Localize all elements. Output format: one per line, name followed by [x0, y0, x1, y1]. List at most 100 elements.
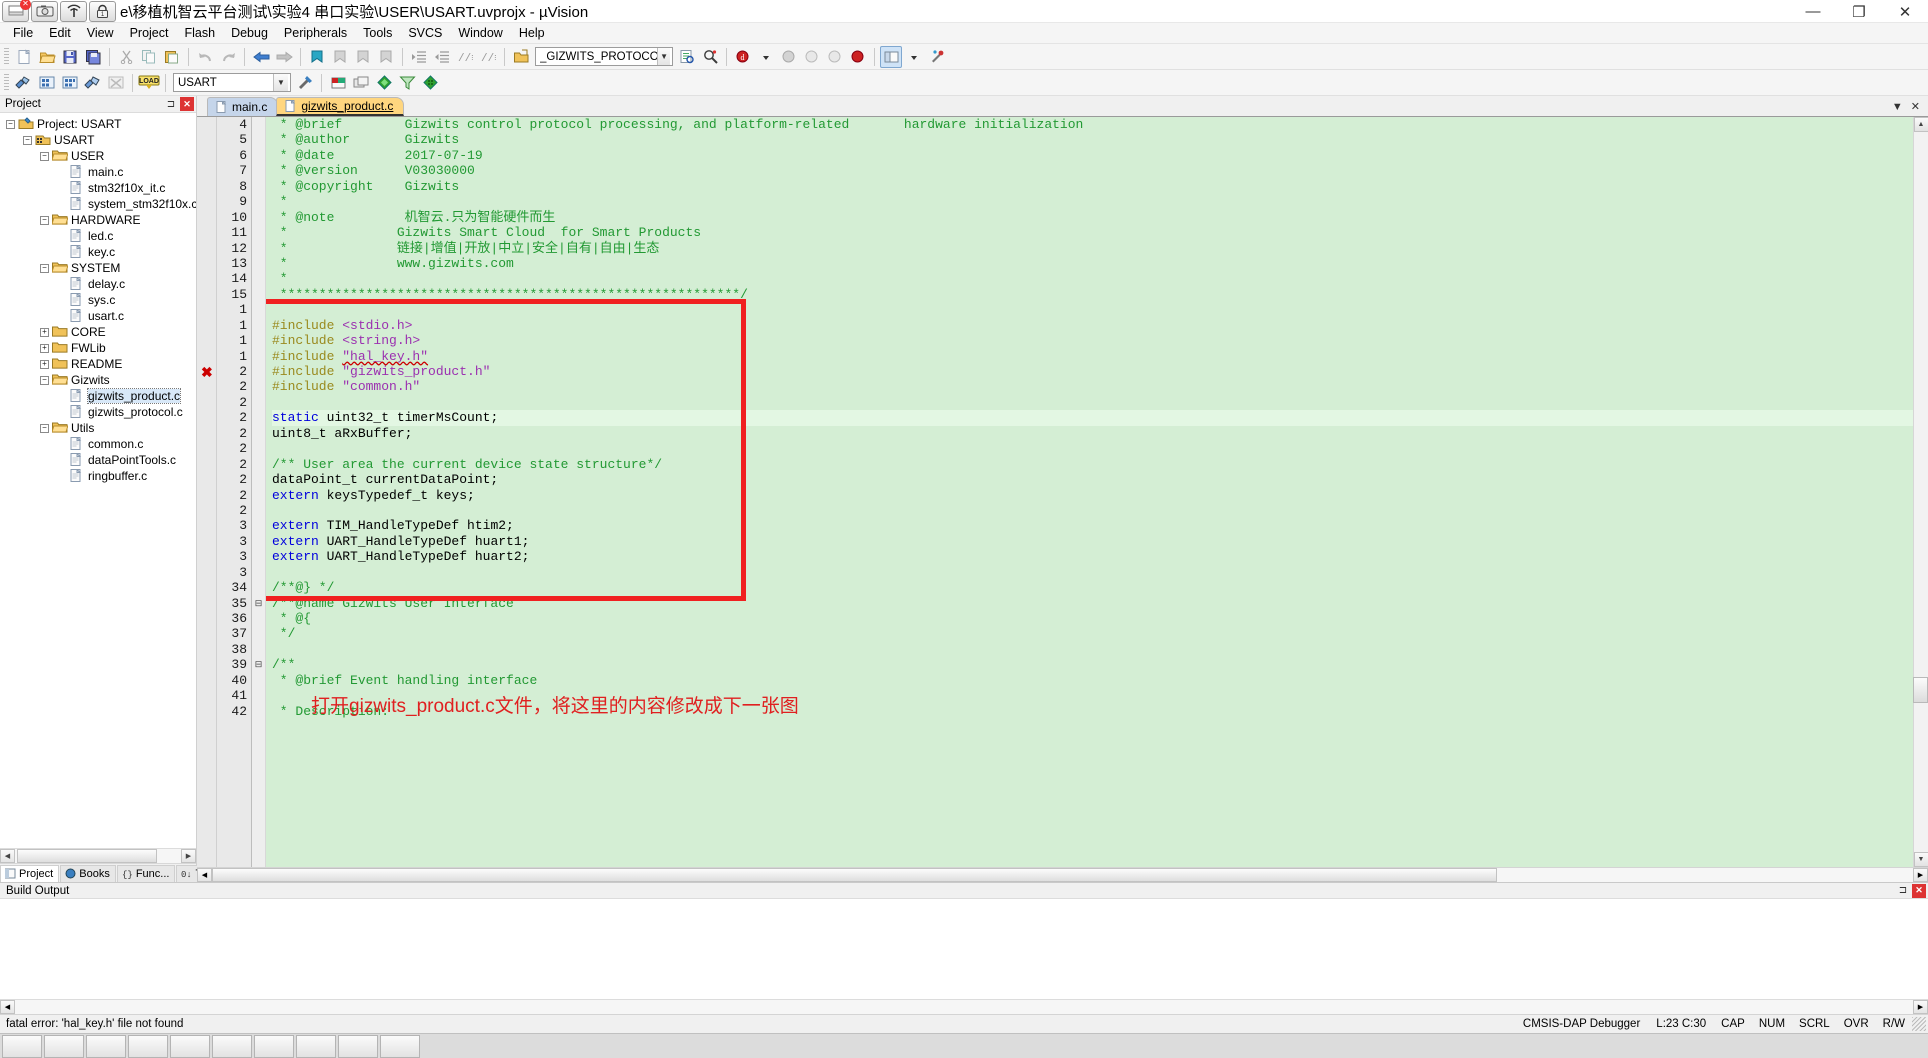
menu-flash[interactable]: Flash	[176, 24, 223, 42]
menu-svcs[interactable]: SVCS	[400, 24, 450, 42]
hscroll-track[interactable]	[15, 849, 181, 863]
outdent-icon[interactable]	[431, 46, 453, 68]
expand-toggle-icon[interactable]: +	[40, 359, 49, 369]
taskbar-item-1[interactable]	[2, 1034, 42, 1058]
tree-item[interactable]: common.c	[0, 436, 196, 452]
navigate-forward-icon[interactable]	[273, 46, 295, 68]
toolbar-grip[interactable]	[4, 73, 9, 92]
menu-edit[interactable]: Edit	[41, 24, 79, 42]
enable-breakpoints-icon[interactable]	[824, 46, 846, 68]
taskbar-item-9[interactable]	[338, 1034, 378, 1058]
tree-item[interactable]: − SYSTEM	[0, 260, 196, 276]
disable-breakpoint-icon[interactable]	[801, 46, 823, 68]
bookmark-toggle-icon[interactable]	[306, 46, 328, 68]
expand-toggle-icon[interactable]: +	[40, 327, 49, 337]
tab-functions[interactable]: {} Func...	[116, 865, 176, 882]
chevron-down-icon[interactable]	[755, 46, 777, 68]
code-text-area[interactable]: 打开gizwits_product.c文件，将这里的内容修改成下一张图 * @b…	[266, 117, 1913, 867]
tree-item[interactable]: + FWLib	[0, 340, 196, 356]
collapse-toggle-icon[interactable]: −	[23, 135, 32, 145]
build-icon[interactable]	[36, 72, 58, 94]
save-all-icon[interactable]	[82, 46, 104, 68]
settings-icon[interactable]	[926, 46, 948, 68]
kill-breakpoints-icon[interactable]	[778, 46, 800, 68]
translate-icon[interactable]	[13, 72, 35, 94]
editor-hscroll-thumb[interactable]	[212, 868, 1497, 882]
editor-hscrollbar[interactable]: ◀ ▶	[197, 867, 1928, 882]
collapse-toggle-icon[interactable]: −	[40, 423, 49, 433]
menu-project[interactable]: Project	[122, 24, 177, 42]
tree-item[interactable]: + CORE	[0, 324, 196, 340]
scroll-down-arrow-icon[interactable]: ▼	[1913, 852, 1928, 867]
scroll-left-arrow-icon[interactable]: ◀	[197, 868, 212, 882]
build-output-text[interactable]	[0, 899, 1928, 999]
pin-icon[interactable]: ⊐	[164, 97, 178, 111]
tree-item[interactable]: delay.c	[0, 276, 196, 292]
debug-session-icon[interactable]	[510, 46, 532, 68]
close-icon[interactable]: ✕	[1911, 100, 1920, 113]
scroll-right-arrow-icon[interactable]: ▶	[1913, 1000, 1928, 1014]
chevron-down-icon[interactable]: ▼	[657, 48, 670, 65]
toolbar-grip[interactable]	[4, 47, 9, 66]
project-tree[interactable]: − Project: USART − USART − USER main.c stm32f10…	[0, 113, 196, 848]
build-hscroll-track[interactable]	[15, 1000, 1913, 1014]
menu-view[interactable]: View	[79, 24, 122, 42]
hscroll-thumb[interactable]	[17, 849, 157, 863]
scroll-left-arrow-icon[interactable]: ◀	[0, 1000, 15, 1014]
download-icon[interactable]: LOAD	[138, 72, 160, 94]
navigate-back-icon[interactable]	[250, 46, 272, 68]
close-badge-icon[interactable]: ✕	[20, 0, 31, 10]
chevron-down-icon[interactable]: ▼	[273, 74, 288, 91]
tree-item[interactable]: usart.c	[0, 308, 196, 324]
batch-build-icon[interactable]	[82, 72, 104, 94]
menu-debug[interactable]: Debug	[223, 24, 276, 42]
collapse-toggle-icon[interactable]: −	[40, 263, 49, 273]
tree-item[interactable]: − USART	[0, 132, 196, 148]
copy-icon[interactable]	[138, 46, 160, 68]
collapse-toggle-icon[interactable]: −	[40, 215, 49, 225]
tab-books[interactable]: Books	[60, 865, 116, 882]
wifi-icon[interactable]	[60, 0, 87, 22]
indent-icon[interactable]	[408, 46, 430, 68]
fold-toggle-icon[interactable]: ⊟	[252, 596, 265, 611]
editor-tab-gizwits-product-c[interactable]: gizwits_product.c	[276, 97, 405, 116]
menu-file[interactable]: File	[5, 24, 41, 42]
tree-item[interactable]: − Project: USART	[0, 116, 196, 132]
pack-installer-icon[interactable]	[373, 72, 395, 94]
project-tree-hscrollbar[interactable]: ◀ ▶	[0, 848, 196, 863]
tree-item[interactable]: sys.c	[0, 292, 196, 308]
rebuild-icon[interactable]	[59, 72, 81, 94]
menu-tools[interactable]: Tools	[355, 24, 400, 42]
collapse-toggle-icon[interactable]: −	[6, 119, 15, 129]
target-select[interactable]: USART ▼	[173, 73, 291, 92]
taskbar-item-6[interactable]	[212, 1034, 252, 1058]
tree-item[interactable]: dataPointTools.c	[0, 452, 196, 468]
close-button[interactable]: ✕	[1882, 0, 1928, 23]
screen-share-icon[interactable]: ✕	[2, 0, 31, 22]
taskbar-item-4[interactable]	[128, 1034, 168, 1058]
tree-item[interactable]: key.c	[0, 244, 196, 260]
editor-marker-gutter[interactable]: ✖	[197, 117, 217, 867]
tree-item[interactable]: system_stm32f10x.c	[0, 196, 196, 212]
editor-hscroll-track[interactable]	[212, 868, 1913, 882]
symbol-search-combo[interactable]: _GIZWITS_PROTOCOL_H ▼	[535, 47, 673, 66]
taskbar-item-10[interactable]	[380, 1034, 420, 1058]
scroll-right-arrow-icon[interactable]: ▶	[1913, 868, 1928, 882]
tree-item[interactable]: gizwits_protocol.c	[0, 404, 196, 420]
tree-item[interactable]: − USER	[0, 148, 196, 164]
collapse-toggle-icon[interactable]: −	[40, 375, 49, 385]
stop-build-icon[interactable]	[105, 72, 127, 94]
tree-item[interactable]: − Utils	[0, 420, 196, 436]
minimize-button[interactable]: —	[1790, 0, 1836, 23]
tree-item[interactable]: − HARDWARE	[0, 212, 196, 228]
close-icon[interactable]: ✕	[180, 97, 194, 111]
tree-item[interactable]: ringbuffer.c	[0, 468, 196, 484]
breakpoint-extra-icon[interactable]	[847, 46, 869, 68]
save-icon[interactable]	[59, 46, 81, 68]
target-options-icon[interactable]	[294, 72, 316, 94]
lock-icon[interactable]: 1	[89, 0, 116, 22]
find-next-icon[interactable]	[699, 46, 721, 68]
fold-toggle-icon[interactable]: ⊟	[252, 657, 265, 672]
tab-project[interactable]: Project	[0, 865, 60, 882]
new-file-icon[interactable]	[13, 46, 35, 68]
